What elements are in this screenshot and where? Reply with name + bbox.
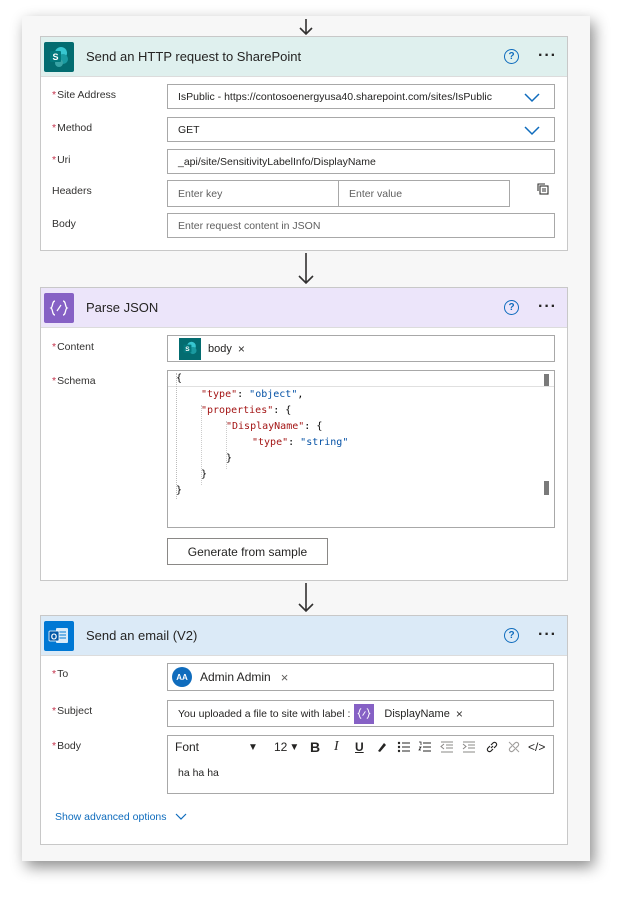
chevron-down-icon	[175, 813, 186, 820]
underline-button[interactable]: U	[355, 736, 364, 758]
italic-button[interactable]: I	[334, 736, 339, 758]
schema-label: *Schema	[52, 375, 96, 387]
svg-text:O: O	[51, 632, 57, 641]
uri-value: _api/site/SensitivityLabelInfo/DisplayNa…	[178, 155, 376, 168]
svg-text:S: S	[185, 346, 190, 353]
help-icon[interactable]: ?	[504, 300, 519, 315]
font-family-select[interactable]: Font	[175, 736, 199, 758]
content-input[interactable]: S body ×	[167, 335, 555, 362]
email-body-text: ha ha ha	[178, 767, 219, 779]
site-address-dropdown[interactable]: IsPublic - https://contosoenergyusa40.sh…	[167, 84, 555, 109]
subject-text: You uploaded a file to site with label :	[178, 707, 351, 720]
recipient-chip[interactable]: AA Admin Admin ×	[172, 667, 288, 687]
text-color-icon[interactable]	[376, 736, 388, 758]
rich-text-toolbar: Font ▼ 12 ▼ B I U </>	[168, 736, 553, 758]
body-label: *Body	[52, 740, 82, 752]
chevron-down-icon[interactable]: ▼	[248, 736, 258, 758]
send-email-card: O Send an email (V2) ? ··· *To AA Admin …	[40, 615, 568, 845]
more-options-icon[interactable]: ···	[538, 47, 557, 65]
more-options-icon[interactable]: ···	[538, 626, 557, 644]
body-label: Body	[52, 218, 76, 230]
http-request-card: S Send an HTTP request to SharePoint ? ·…	[40, 36, 568, 251]
scrollbar-thumb[interactable]	[544, 374, 549, 386]
subject-input[interactable]: You uploaded a file to site with label :…	[167, 700, 554, 727]
font-size-select[interactable]: 12 ▼	[274, 736, 299, 758]
remove-recipient-icon[interactable]: ×	[281, 670, 289, 685]
parse-json-title: Parse JSON	[86, 300, 159, 315]
sharepoint-icon: S	[179, 337, 201, 360]
method-label: *Method	[52, 122, 93, 134]
displayname-token[interactable]: DisplayName ×	[354, 703, 463, 725]
parse-json-card-header[interactable]: Parse JSON ? ···	[41, 288, 567, 328]
flow-arrow	[22, 582, 590, 614]
bulleted-list-icon[interactable]	[397, 736, 411, 758]
subject-label: *Subject	[52, 705, 93, 717]
svg-text:S: S	[52, 52, 58, 62]
numbered-list-icon[interactable]	[418, 736, 432, 758]
http-request-card-header[interactable]: S Send an HTTP request to SharePoint ? ·…	[41, 37, 567, 77]
site-address-value: IsPublic - https://contosoenergyusa40.sh…	[178, 90, 492, 103]
headers-label: Headers	[52, 185, 92, 197]
help-icon[interactable]: ?	[504, 49, 519, 64]
decrease-indent-icon[interactable]	[440, 736, 454, 758]
scrollbar-thumb[interactable]	[544, 481, 549, 495]
remove-token-icon[interactable]: ×	[238, 342, 245, 356]
switch-to-text-mode-icon[interactable]	[536, 182, 550, 201]
parse-json-icon	[354, 703, 375, 724]
method-value: GET	[178, 123, 200, 136]
avatar: AA	[172, 667, 192, 687]
remove-token-icon[interactable]: ×	[456, 707, 463, 721]
parse-json-card: Parse JSON ? ··· *Content S body × *Sche…	[40, 287, 568, 581]
chevron-down-icon	[524, 93, 540, 103]
code-view-button[interactable]: </>	[528, 736, 545, 758]
increase-indent-icon[interactable]	[462, 736, 476, 758]
site-address-label: *Site Address	[52, 89, 117, 101]
flow-arrow	[22, 252, 590, 286]
show-advanced-options-link[interactable]: Show advanced options	[55, 811, 187, 823]
headers-key-input[interactable]: Enter key	[167, 180, 339, 207]
send-email-card-header[interactable]: O Send an email (V2) ? ···	[41, 616, 567, 656]
more-options-icon[interactable]: ···	[538, 298, 557, 316]
method-dropdown[interactable]: GET	[167, 117, 555, 142]
body-input[interactable]: Enter request content in JSON	[167, 213, 555, 238]
parse-json-icon	[44, 292, 74, 323]
to-label: *To	[52, 668, 69, 680]
sharepoint-icon: S	[44, 41, 74, 72]
uri-input[interactable]: _api/site/SensitivityLabelInfo/DisplayNa…	[167, 149, 555, 174]
generate-from-sample-button[interactable]: Generate from sample	[167, 538, 328, 565]
recipient-name: Admin Admin	[200, 670, 271, 684]
headers-value-input[interactable]: Enter value	[338, 180, 510, 207]
help-icon[interactable]: ?	[504, 628, 519, 643]
flow-arrow-top	[22, 18, 590, 36]
bold-button[interactable]: B	[310, 736, 320, 758]
body-rich-text-editor[interactable]: Font ▼ 12 ▼ B I U </> ha ha ha	[167, 735, 554, 794]
schema-editor[interactable]: { "type": "object", "properties": { "Dis…	[167, 370, 555, 528]
send-email-title: Send an email (V2)	[86, 628, 198, 643]
unlink-icon[interactable]	[507, 736, 521, 758]
uri-label: *Uri	[52, 154, 71, 166]
body-token[interactable]: S body ×	[179, 337, 245, 360]
http-request-title: Send an HTTP request to SharePoint	[86, 49, 302, 64]
flow-canvas: S Send an HTTP request to SharePoint ? ·…	[22, 16, 590, 861]
link-icon[interactable]	[485, 736, 499, 758]
content-label: *Content	[52, 341, 94, 353]
chevron-down-icon	[524, 126, 540, 136]
to-input[interactable]: AA Admin Admin ×	[167, 663, 554, 691]
outlook-icon: O	[44, 620, 74, 651]
